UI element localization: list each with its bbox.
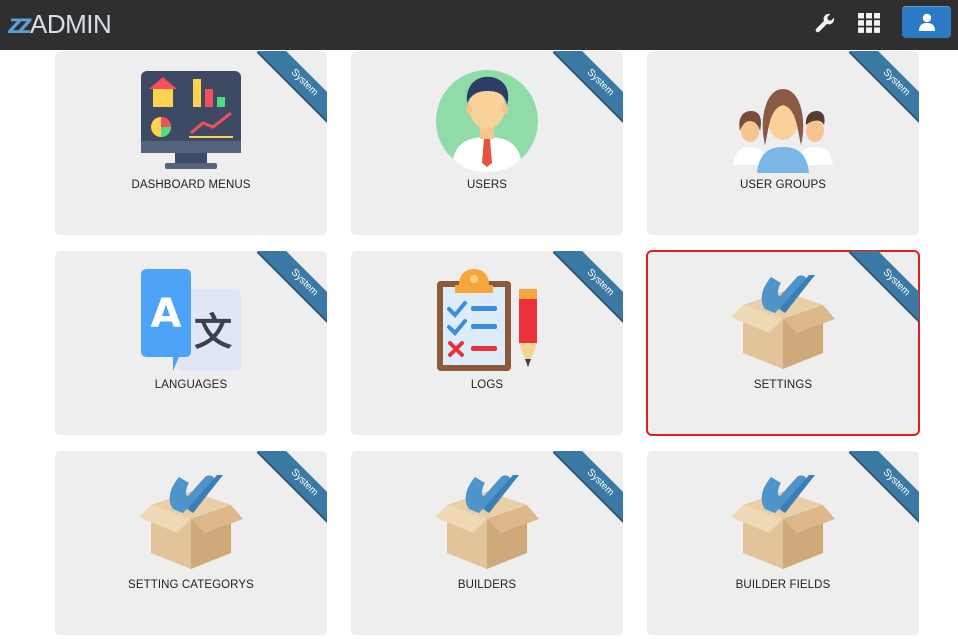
card-label: USERS bbox=[466, 179, 508, 191]
clipboard-checklist-icon bbox=[437, 269, 537, 371]
ribbon-label: System bbox=[554, 251, 623, 329]
card-label: SETTING CATEGORYS bbox=[128, 579, 254, 591]
system-ribbon: System bbox=[543, 51, 623, 131]
card-builder-fields[interactable]: BUILDER FIELDS System bbox=[647, 451, 919, 635]
system-ribbon: System bbox=[543, 451, 623, 531]
ribbon-label: System bbox=[554, 451, 623, 529]
ribbon-label: System bbox=[850, 251, 919, 329]
card-builders[interactable]: BUILDERS System bbox=[351, 451, 623, 635]
system-ribbon: System bbox=[839, 251, 919, 331]
ribbon-label: System bbox=[258, 251, 327, 329]
card-label: LANGUAGES bbox=[154, 379, 228, 391]
system-ribbon: System bbox=[543, 251, 623, 331]
card-users[interactable]: USERS System bbox=[351, 51, 623, 235]
user-avatar-icon bbox=[436, 70, 538, 172]
translate-icon: A 文 bbox=[141, 269, 241, 371]
card-label: SETTINGS bbox=[753, 379, 813, 391]
system-ribbon: System bbox=[247, 51, 327, 131]
card-user-groups[interactable]: USER GROUPS System bbox=[647, 51, 919, 235]
card-label: DASHBOARD MENUS bbox=[131, 179, 251, 191]
card-label: LOGS bbox=[470, 379, 504, 391]
card-settings[interactable]: SETTINGS System bbox=[646, 250, 920, 436]
card-setting-categorys[interactable]: SETTING CATEGORYS System bbox=[55, 451, 327, 635]
card-label: BUILDERS bbox=[457, 579, 517, 591]
card-logs[interactable]: LOGS System bbox=[351, 251, 623, 435]
user-group-icon bbox=[733, 89, 833, 173]
card-dashboard-menus[interactable]: DASHBOARD MENUS System bbox=[55, 51, 327, 235]
package-box-icon bbox=[435, 469, 539, 573]
module-grid: DASHBOARD MENUS System USERS System USER… bbox=[0, 0, 958, 639]
card-label: BUILDER FIELDS bbox=[735, 579, 831, 591]
ribbon-label: System bbox=[554, 51, 623, 129]
ribbon-label: System bbox=[258, 51, 327, 129]
svg-text:A: A bbox=[151, 291, 182, 337]
system-ribbon: System bbox=[247, 451, 327, 531]
svg-text:文: 文 bbox=[194, 310, 232, 354]
ribbon-label: System bbox=[850, 451, 919, 529]
system-ribbon: System bbox=[839, 451, 919, 531]
package-box-icon bbox=[139, 469, 243, 573]
ribbon-label: System bbox=[850, 51, 919, 129]
card-languages[interactable]: A 文 LANGUAGES System bbox=[55, 251, 327, 435]
ribbon-label: System bbox=[258, 451, 327, 529]
dashboard-monitor-icon bbox=[141, 71, 241, 169]
card-label: USER GROUPS bbox=[739, 179, 827, 191]
system-ribbon: System bbox=[839, 51, 919, 131]
package-box-icon bbox=[731, 469, 835, 573]
package-box-icon bbox=[731, 269, 835, 373]
system-ribbon: System bbox=[247, 251, 327, 331]
